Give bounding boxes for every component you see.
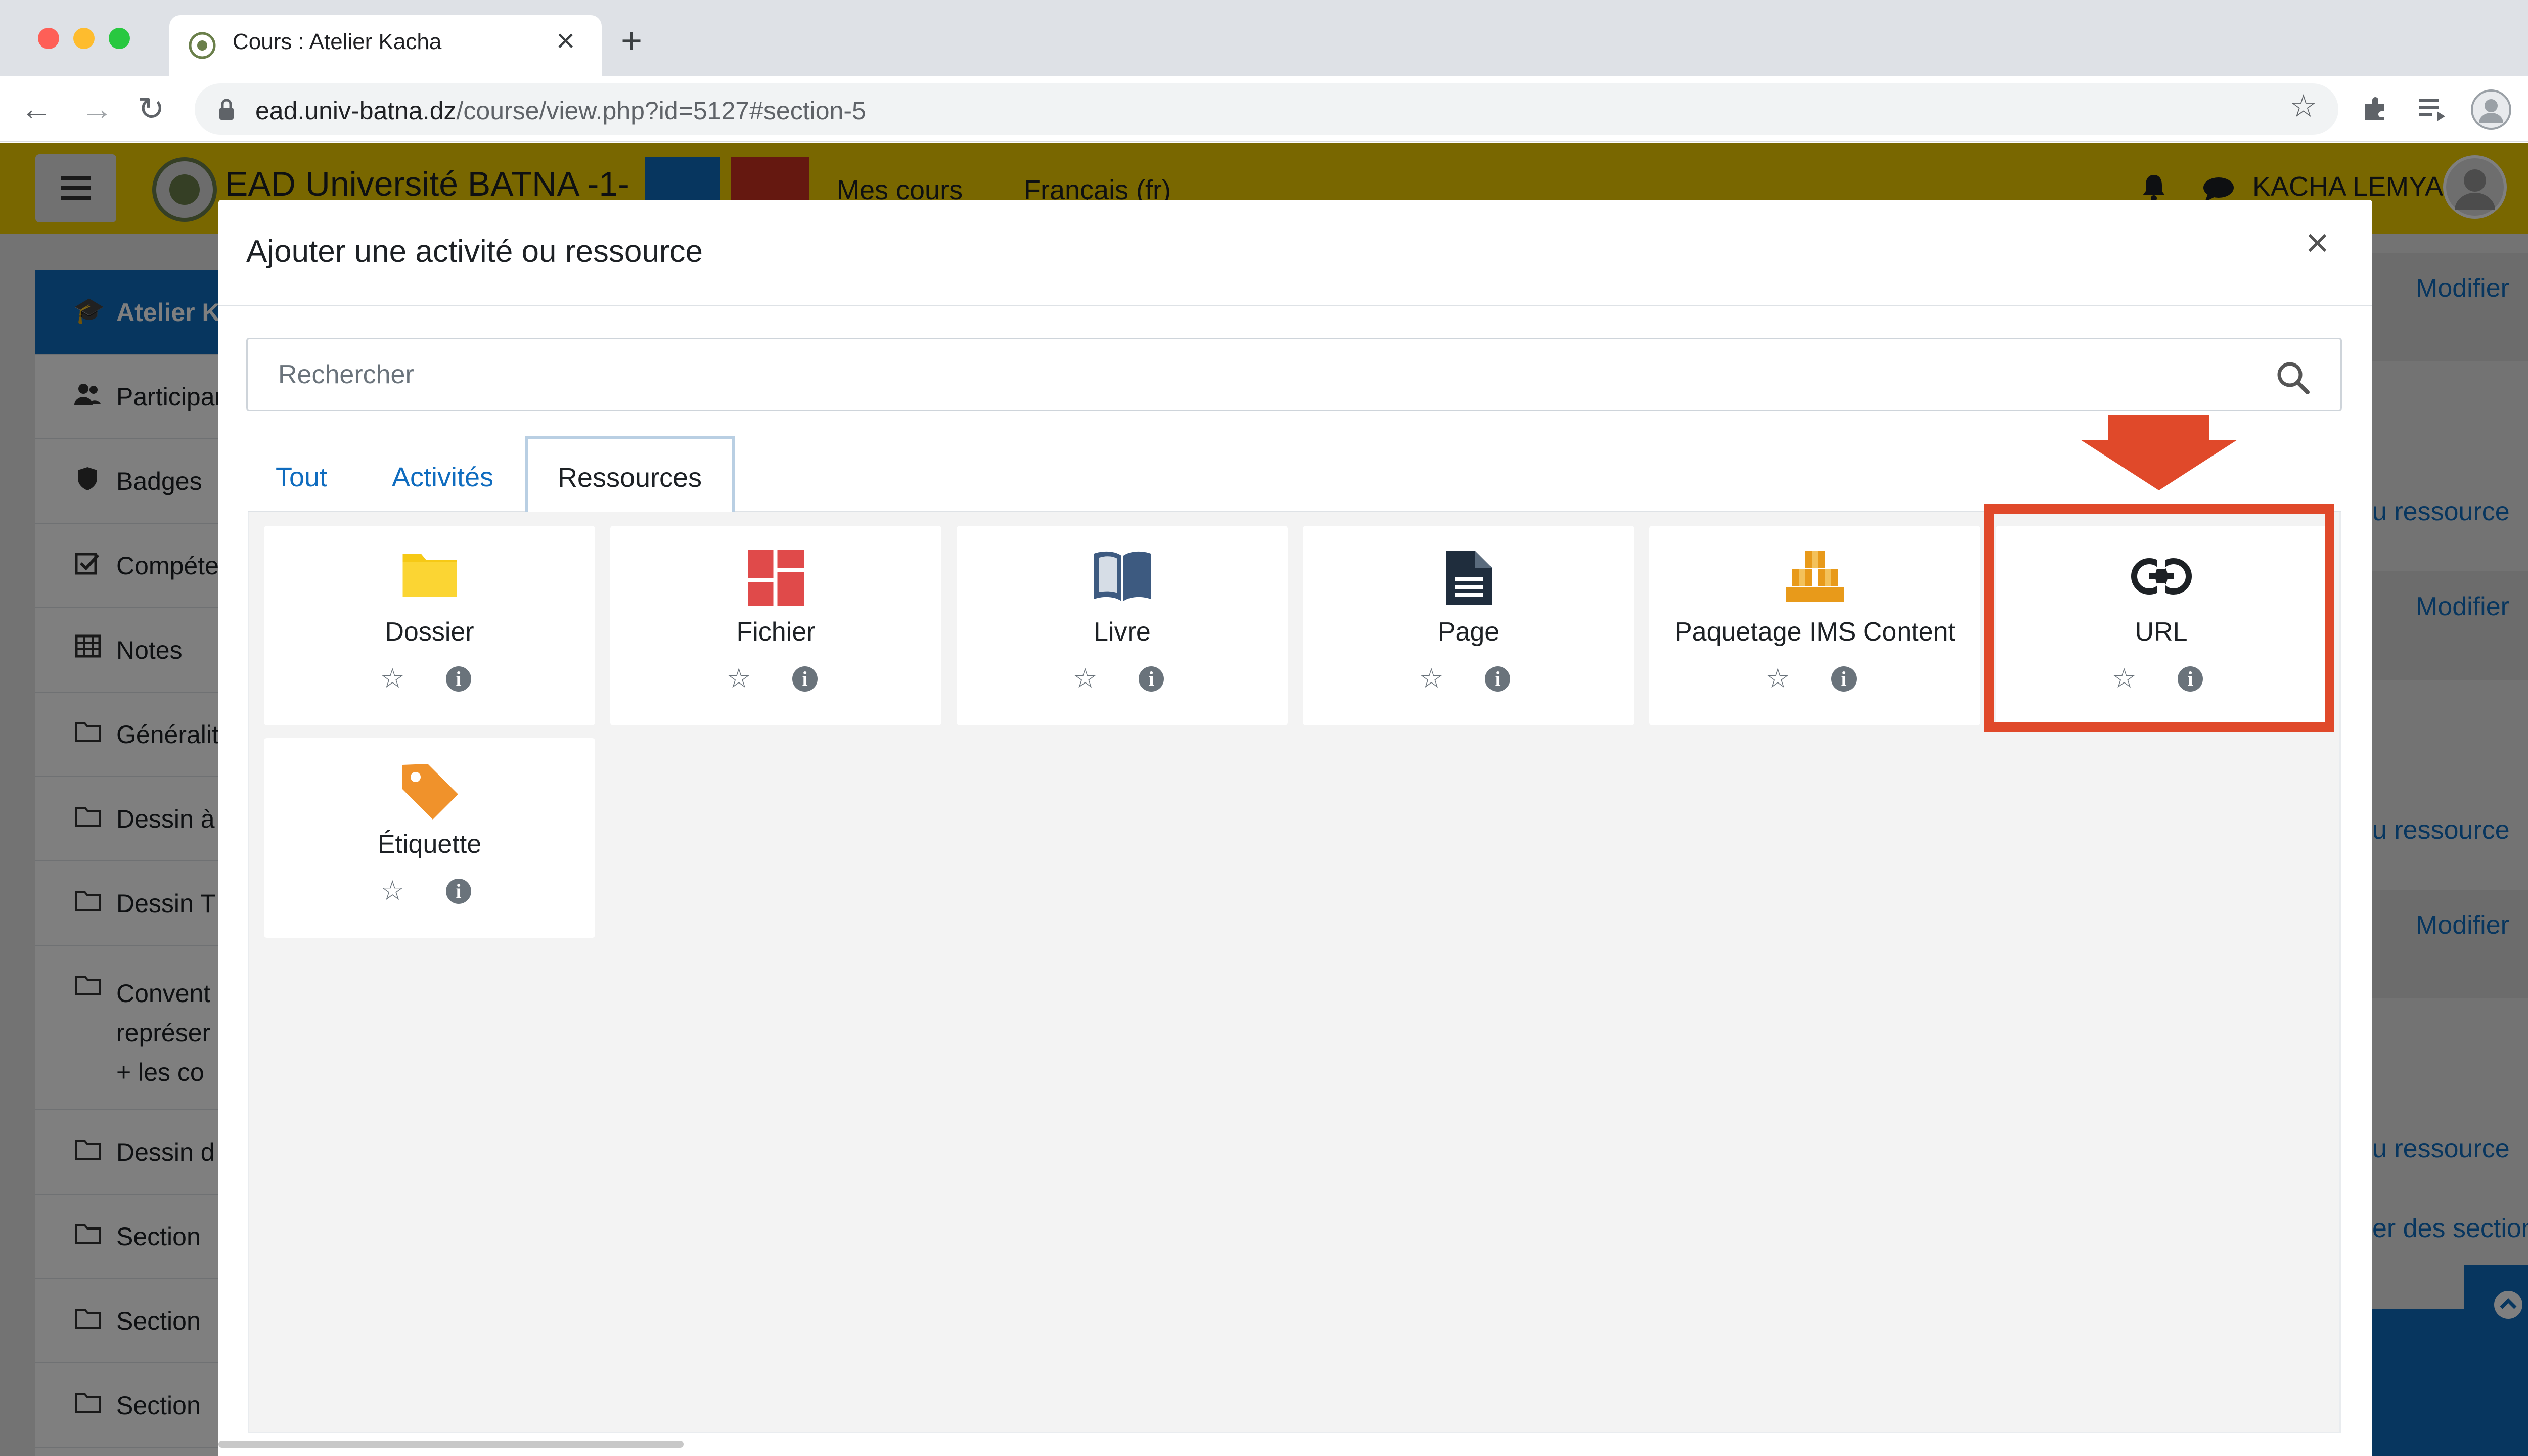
resource-card-ims-package[interactable]: Paquetage IMS Content ☆ i (1649, 526, 1980, 725)
tab-resources[interactable]: Ressources (525, 436, 735, 516)
star-icon[interactable]: ☆ (727, 665, 751, 692)
url-text[interactable]: ead.univ-batna.dz/course/view.php?id=512… (255, 96, 866, 125)
tab-title: Cours : Atelier Kacha (233, 29, 442, 54)
window-zoom-dot[interactable] (109, 28, 130, 49)
info-icon[interactable]: i (792, 666, 818, 692)
annotation-arrow-down-icon (2081, 415, 2237, 490)
resource-card-book[interactable]: Livre ☆ i (957, 526, 1288, 725)
star-icon[interactable]: ☆ (1419, 665, 1443, 692)
lock-icon[interactable] (217, 98, 236, 121)
forward-icon[interactable]: → (81, 93, 113, 125)
info-icon[interactable]: i (446, 666, 471, 692)
back-icon[interactable]: ← (20, 93, 53, 125)
search-input[interactable] (246, 338, 2342, 411)
info-icon[interactable]: i (446, 879, 471, 904)
extensions-icon[interactable] (2361, 95, 2389, 123)
info-icon[interactable]: i (1485, 666, 1510, 692)
star-icon[interactable]: ☆ (380, 877, 404, 904)
resource-card-name: Paquetage IMS Content (1674, 617, 1956, 647)
resource-card-label[interactable]: Étiquette ☆ i (264, 738, 595, 938)
resource-card-name: Fichier (736, 617, 816, 647)
new-tab-button[interactable]: + (621, 23, 642, 59)
star-icon[interactable]: ☆ (380, 665, 404, 692)
url-path: /course/view.php?id=5127#section-5 (456, 97, 866, 125)
tab-close-icon[interactable]: × (556, 24, 575, 57)
modal-divider (218, 305, 2372, 306)
window-close-dot[interactable] (38, 28, 59, 49)
folder-icon (402, 554, 457, 597)
resource-card-name: Page (1437, 617, 1500, 647)
tab-resources-label: Ressources (557, 462, 702, 493)
reading-list-icon[interactable] (2417, 96, 2447, 122)
star-icon[interactable]: ☆ (1766, 665, 1790, 692)
file-icon (748, 550, 804, 606)
horizontal-scrollbar[interactable] (218, 1441, 684, 1448)
resource-card-folder[interactable]: Dossier ☆ i (264, 526, 595, 725)
close-icon[interactable]: × (2306, 222, 2329, 263)
label-tag-icon (402, 764, 458, 820)
url-domain: ead.univ-batna.dz (255, 97, 457, 125)
favicon-icon (189, 32, 216, 59)
star-icon[interactable]: ☆ (1073, 665, 1097, 692)
browser-avatar-icon[interactable] (2470, 88, 2512, 131)
book-icon (1094, 551, 1151, 601)
search-icon[interactable] (2275, 360, 2311, 395)
resource-card-name: Étiquette (377, 830, 482, 859)
info-icon[interactable]: i (1831, 666, 1857, 692)
reload-icon[interactable]: ↻ (138, 93, 165, 125)
resource-card-file[interactable]: Fichier ☆ i (610, 526, 941, 725)
resource-card-name: Livre (1094, 617, 1151, 647)
tab-all[interactable]: Tout (276, 462, 327, 493)
window-minimize-dot[interactable] (73, 28, 95, 49)
resource-card-name: Dossier (385, 617, 474, 647)
ims-package-icon (1785, 551, 1844, 602)
info-icon[interactable]: i (1139, 666, 1164, 692)
tab-activities[interactable]: Activités (392, 462, 493, 493)
resource-card-page[interactable]: Page ☆ i (1303, 526, 1634, 725)
annotation-highlight-box (1984, 504, 2334, 732)
bookmark-star-icon[interactable]: ☆ (2289, 91, 2318, 122)
page-icon (1445, 551, 1492, 605)
modal-title: Ajouter une activité ou ressource (246, 234, 703, 269)
